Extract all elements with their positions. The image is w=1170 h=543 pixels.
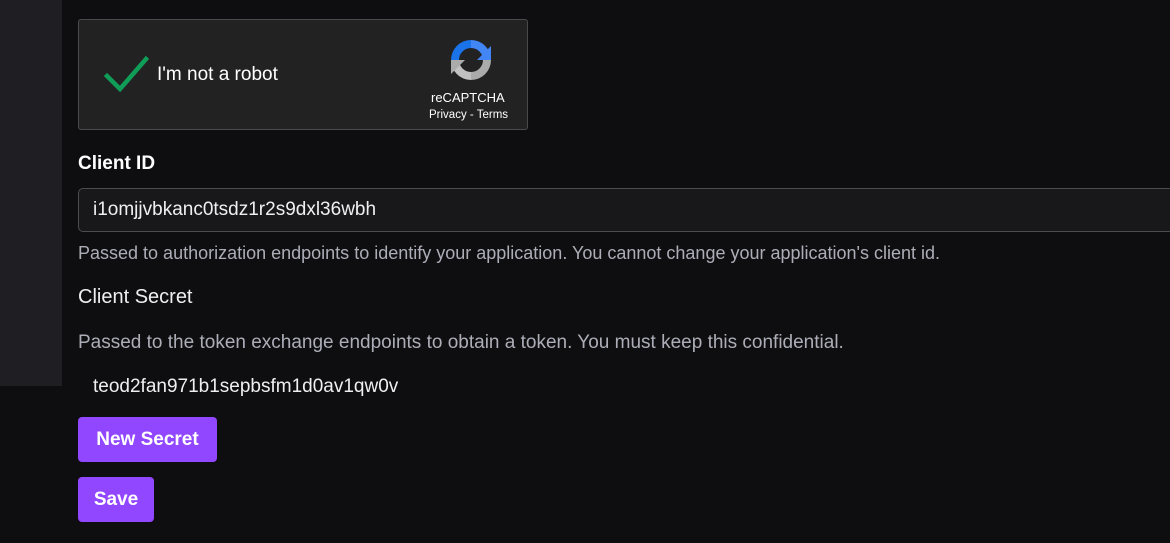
client-id-field[interactable]: i1omjjvbkanc0tsdz1r2s9dxl36wbh: [78, 188, 1170, 232]
captcha-label: I'm not a robot: [157, 64, 278, 85]
client-id-value[interactable]: i1omjjvbkanc0tsdz1r2s9dxl36wbh: [93, 199, 376, 221]
save-button[interactable]: Save: [78, 477, 154, 522]
client-secret-value: teod2fan971b1sepbsfm1d0av1qw0v: [93, 376, 399, 397]
new-secret-button[interactable]: New Secret: [78, 417, 217, 462]
client-secret-label: Client Secret: [78, 286, 193, 308]
terms-link[interactable]: Terms: [477, 109, 508, 121]
recaptcha-brand-text: reCAPTCHA: [431, 90, 505, 105]
recaptcha-widget: I'm not a robot reCAPTCHA Privacy - Term…: [78, 19, 528, 130]
privacy-link[interactable]: Privacy: [429, 109, 467, 121]
client-secret-help-text: Passed to the token exchange endpoints t…: [78, 332, 844, 353]
app-settings-page: I'm not a robot reCAPTCHA Privacy - Term…: [0, 0, 1170, 543]
checkmark-icon[interactable]: [103, 54, 149, 94]
links-separator: -: [466, 109, 477, 121]
left-side-panel: [0, 0, 62, 386]
recaptcha-links: Privacy - Terms: [429, 109, 508, 121]
client-id-label: Client ID: [78, 153, 156, 174]
recaptcha-logo-icon: [451, 40, 491, 80]
client-id-help-text: Passed to authorization endpoints to ide…: [78, 243, 941, 263]
